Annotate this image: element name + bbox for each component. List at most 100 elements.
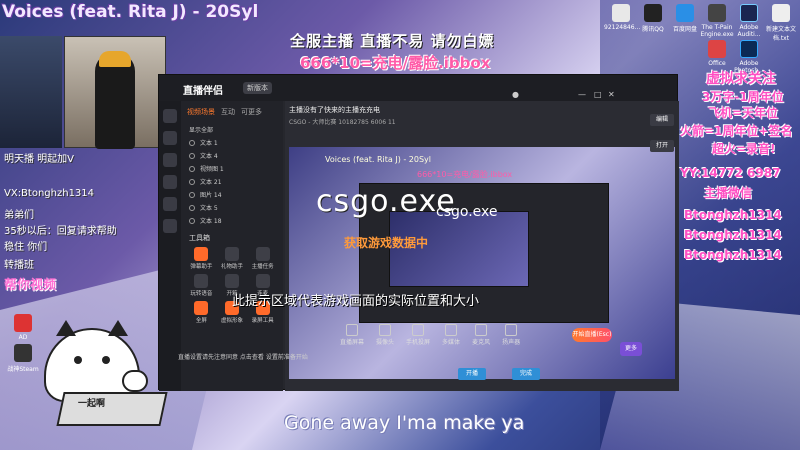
data-icon[interactable]: [163, 175, 177, 189]
close-icon[interactable]: ✕: [608, 90, 615, 99]
done-button[interactable]: 完成: [512, 368, 540, 380]
eye-icon[interactable]: [189, 139, 195, 146]
desktop-icon[interactable]: Adobe Auditi...: [732, 4, 766, 38]
eye-icon[interactable]: [189, 191, 195, 198]
room-id: 10182785: [338, 119, 369, 126]
right-overlay-line: 超火=录音!: [712, 142, 776, 156]
room-title[interactable]: 主播没有了快来的主播充充电: [289, 105, 380, 115]
desktop-icon[interactable]: AD: [6, 314, 40, 341]
version-badge[interactable]: 新版本: [243, 82, 272, 94]
desktop-icon[interactable]: 战神Steam: [6, 344, 40, 373]
voice-icon: [194, 274, 209, 288]
panel-tabs: 视频场景 互动 可更多: [181, 101, 283, 123]
scene-panel: 视频场景 互动 可更多 显示全部 文本 1 文本 4 视频图 1 文本 21 图…: [181, 101, 283, 391]
camera-button[interactable]: 摄像头: [376, 324, 394, 346]
right-overlay-line: 虚拟求关注: [706, 71, 776, 87]
left-overlay-line: 弟弟们: [4, 210, 34, 221]
source-item[interactable]: 文本 1: [181, 136, 283, 149]
right-overlay-line: 飞机=天年位: [708, 106, 779, 120]
eye-icon[interactable]: [189, 165, 195, 172]
tab-scene[interactable]: 视频场景: [187, 107, 215, 117]
streamer-figure: [95, 53, 135, 149]
lyric-subtitle: Gone away I'ma make ya: [284, 412, 525, 434]
preview-banner: 666*10=充电/露脸.ibbox: [417, 170, 513, 179]
eye-icon[interactable]: [189, 204, 195, 211]
secondary-camera-feed: [0, 36, 62, 148]
right-overlay-line: YY:14772 6987: [680, 166, 781, 180]
task-icon: [255, 247, 270, 261]
desktop-icon[interactable]: 百度网盘: [668, 4, 702, 33]
maximize-icon[interactable]: □: [594, 90, 602, 99]
app-name: 直播伴侣: [183, 86, 223, 97]
tool-voice[interactable]: 玩转语音: [187, 274, 216, 297]
eye-icon[interactable]: [189, 217, 195, 224]
start-live-button[interactable]: 开始直播(Esc): [572, 328, 612, 342]
microphone-icon: [475, 324, 488, 336]
toolbox-title: 工具箱: [189, 234, 210, 242]
action-bar: 直播屏幕 摄像头 手机投屏 多媒体 麦克风 扬声器: [340, 324, 520, 346]
source-item[interactable]: 文本 18: [181, 214, 283, 227]
source-item[interactable]: 图片 14: [181, 188, 283, 201]
desktop-icon[interactable]: 92124846...: [604, 4, 640, 31]
live-icon[interactable]: [163, 131, 177, 145]
source-item[interactable]: 文本 21: [181, 175, 283, 188]
right-overlay-line: 主播微信: [704, 186, 753, 200]
eye-icon[interactable]: [189, 152, 195, 159]
desktop-icon[interactable]: 腾讯QQ: [636, 4, 670, 33]
eye-icon[interactable]: [189, 178, 195, 185]
phone-icon: [412, 324, 425, 336]
more-button[interactable]: 更多: [620, 342, 642, 356]
screen-share-button[interactable]: 直播屏幕: [340, 324, 364, 346]
left-overlay-line: 帮你视频: [4, 278, 57, 293]
open-button[interactable]: 打开: [650, 140, 674, 152]
room-meta: CSGO - 大师比赛 10182785 6006 11: [289, 117, 396, 126]
fans-icon[interactable]: [163, 197, 177, 211]
tab-interact[interactable]: 互动: [221, 107, 235, 117]
left-icon-rail: [159, 101, 181, 391]
go-live-button[interactable]: 开播: [458, 368, 486, 380]
right-overlay-line: Btonghzh1314: [684, 208, 782, 222]
desktop-icon[interactable]: 新建文本文档.txt: [764, 4, 798, 42]
file-icon: [612, 4, 630, 22]
room-category[interactable]: CSGO - 大师比赛: [289, 119, 336, 126]
fullscreen-icon: [194, 301, 209, 315]
barrage-icon: [194, 247, 209, 261]
top-banner: 全服主播 直播不易 请勿白嫖: [290, 32, 495, 50]
room-fans: 6006: [370, 119, 387, 126]
app-icon: [14, 314, 32, 332]
source-item[interactable]: 文本 4: [181, 149, 283, 162]
right-overlay-line: Btonghzh1314: [684, 228, 782, 242]
media-button[interactable]: 多媒体: [442, 324, 460, 346]
edit-button[interactable]: 编辑: [650, 114, 674, 126]
minimize-icon[interactable]: —: [578, 90, 586, 99]
game-process-label: csgo.exe: [316, 184, 456, 219]
speaker-button[interactable]: 扬声器: [502, 324, 520, 346]
room-viewers: 11: [387, 119, 396, 126]
gift-icon[interactable]: [163, 153, 177, 167]
microphone-button[interactable]: 麦克风: [472, 324, 490, 346]
home-icon[interactable]: [163, 109, 177, 123]
source-item[interactable]: 文本 5: [181, 201, 283, 214]
top-banner-sub: 666*10=充电/露脸.ibbox: [300, 54, 491, 72]
monitor-icon: [346, 324, 358, 336]
tool-fullscreen[interactable]: 全屏: [187, 301, 216, 324]
speaker-icon: [505, 324, 518, 336]
tab-more[interactable]: 可更多: [241, 107, 262, 117]
tool-gift[interactable]: 礼物助手: [218, 247, 247, 270]
right-overlay-line: 火箭=1周年位+签名: [680, 124, 793, 138]
cat-paw: [122, 370, 148, 392]
left-overlay-line: 稳住 你们: [4, 242, 48, 253]
sources-header: 显示全部: [189, 127, 214, 134]
source-item[interactable]: 视频图 1: [181, 162, 283, 175]
settings-icon[interactable]: [163, 219, 177, 233]
keyboard-sticker: [56, 392, 168, 426]
phone-cast-button[interactable]: 手机投屏: [406, 324, 430, 346]
desktop-icon[interactable]: Office: [700, 40, 734, 67]
desktop-icon[interactable]: The T-Pain Engine.exe: [700, 4, 734, 38]
tool-barrage[interactable]: 弹幕助手: [187, 247, 216, 270]
media-icon: [445, 324, 458, 336]
cloud-icon: [676, 4, 694, 22]
tool-task[interactable]: 主播任务: [248, 247, 277, 270]
keyboard-sticker-label: 一起啊: [78, 399, 106, 409]
stream-song-title: Voices (feat. Rita J) - 20Syl: [2, 2, 259, 22]
